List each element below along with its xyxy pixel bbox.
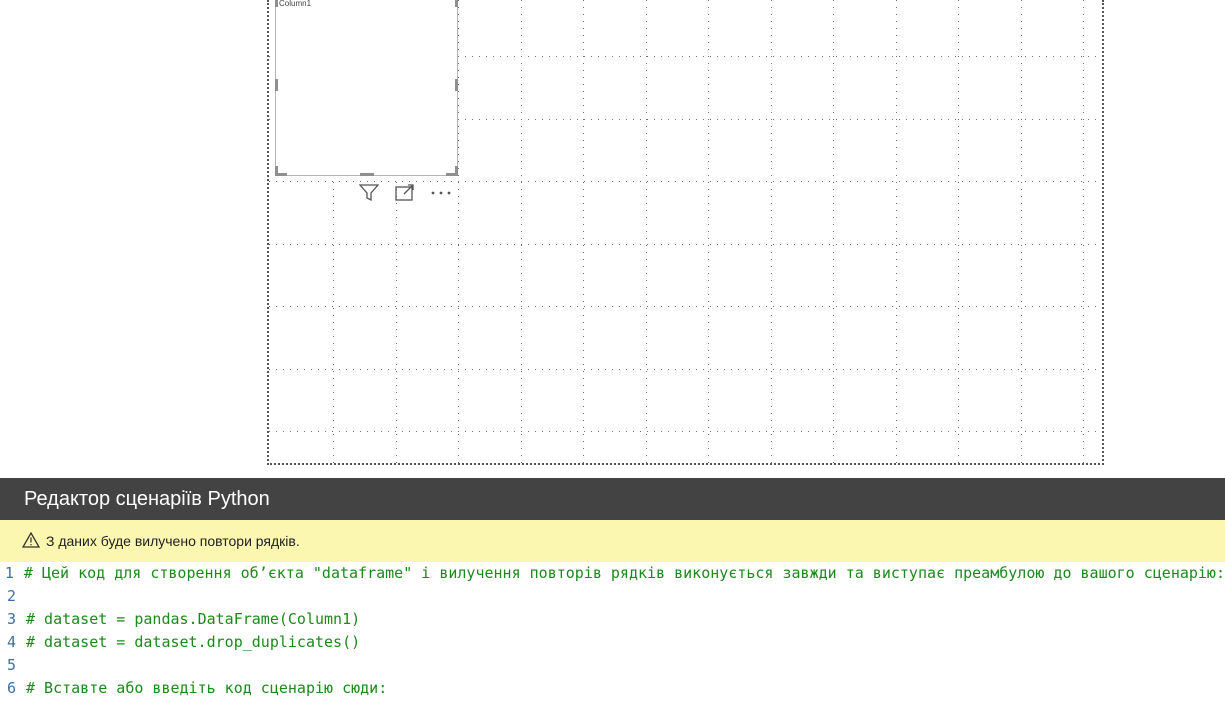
more-options-icon[interactable] xyxy=(430,182,452,204)
line-number: 6 xyxy=(6,679,16,697)
resize-handle-left[interactable] xyxy=(275,79,278,91)
visual-column-label: Column1 xyxy=(279,0,312,8)
line-number: 3 xyxy=(6,610,16,628)
code-line: 2 xyxy=(0,585,1225,608)
python-script-editor-header: Редактор сценаріїв Python xyxy=(0,478,1225,520)
code-line: 5 xyxy=(0,654,1225,677)
visual-header-toolbar xyxy=(358,182,452,204)
resize-handle-top-left[interactable] xyxy=(275,0,278,7)
editor-title: Редактор сценаріїв Python xyxy=(24,487,270,510)
warning-icon xyxy=(21,531,41,551)
filter-icon[interactable] xyxy=(358,182,380,204)
warning-bar: З даних буде вилучено повтори рядків. xyxy=(0,520,1225,562)
code-line: 3 # dataset = pandas.DataFrame(Column1) xyxy=(0,608,1225,631)
code-line: 1 # Цей код для створення об’єкта "datafr… xyxy=(0,562,1225,585)
resize-handle-right[interactable] xyxy=(455,79,458,91)
resize-handle-bottom[interactable] xyxy=(360,173,374,176)
line-number: 2 xyxy=(6,587,16,605)
warning-text: З даних буде вилучено повтори рядків. xyxy=(46,533,300,549)
line-number: 5 xyxy=(6,656,16,674)
resize-handle-bottom-left-v[interactable] xyxy=(275,166,278,176)
focus-mode-icon[interactable] xyxy=(394,182,416,204)
script-code-editor[interactable]: 1 # Цей код для створення об’єкта "datafr… xyxy=(0,562,1225,726)
resize-handle-bottom-right-v[interactable] xyxy=(455,166,458,176)
code-line: 4 # dataset = dataset.drop_duplicates() xyxy=(0,631,1225,654)
line-number: 1 xyxy=(4,564,14,582)
line-number: 4 xyxy=(6,633,16,651)
resize-handle-top-right[interactable] xyxy=(455,0,458,7)
code-line: 6 # Вставте або введіть код сценарію сюди… xyxy=(0,677,1225,700)
code-text: # Вставте або введіть код сценарію сюди: xyxy=(26,679,388,697)
code-text: # dataset = pandas.DataFrame(Column1) xyxy=(26,610,361,628)
code-text: # Цей код для створення об’єкта "datafra… xyxy=(23,564,1225,582)
python-visual[interactable]: Column1 xyxy=(275,0,458,176)
code-text: # dataset = dataset.drop_duplicates() xyxy=(26,633,361,651)
